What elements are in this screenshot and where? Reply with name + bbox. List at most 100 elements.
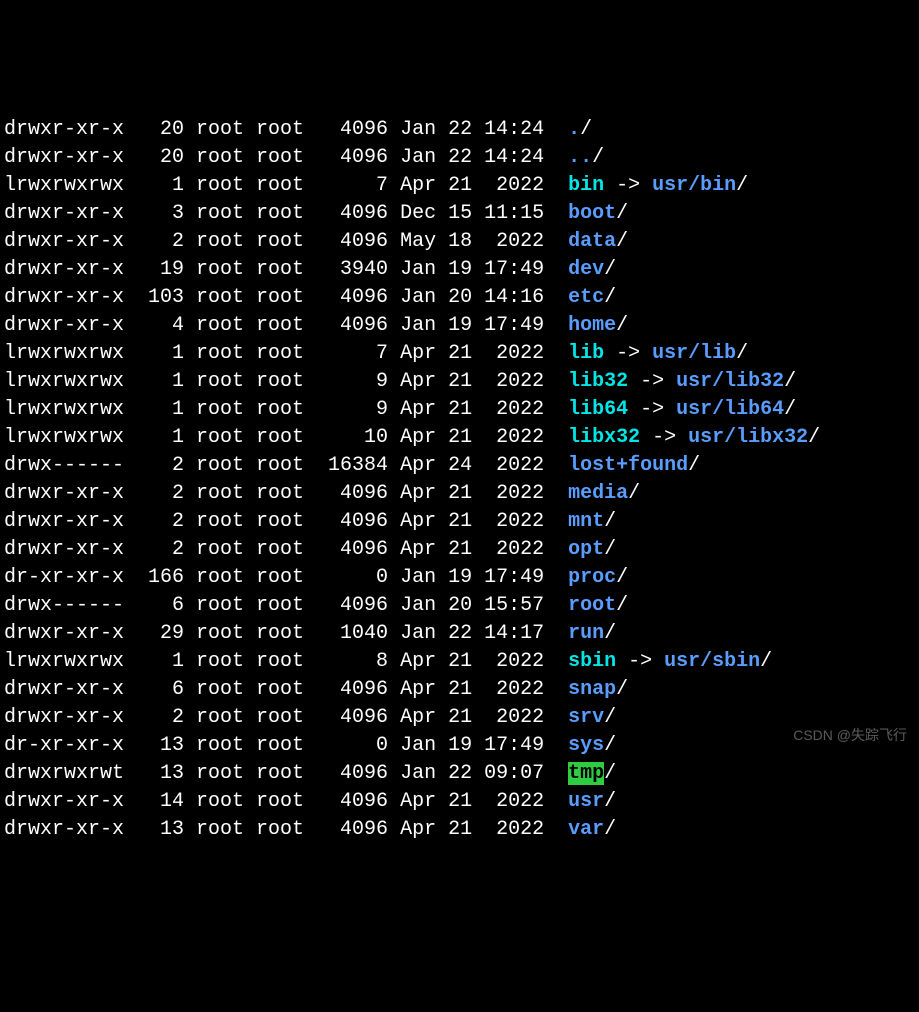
owner: root [196,816,256,844]
permissions: drwxr-xr-x [4,536,124,564]
link-count: 1 [136,396,184,424]
permissions: drwxr-xr-x [4,200,124,228]
mtime: Apr 21 2022 [400,480,556,508]
mtime: Apr 21 2022 [400,340,556,368]
file-name: usr [568,790,604,813]
mtime: Jan 19 17:49 [400,312,556,340]
file-size: 4096 [316,508,388,536]
group: root [256,480,316,508]
link-count: 3 [136,200,184,228]
owner: root [196,536,256,564]
file-name: boot [568,202,616,225]
permissions: drwxr-xr-x [4,480,124,508]
symlink-target: usr/lib32 [676,370,784,393]
symlink-arrow: -> [616,650,664,673]
group: root [256,256,316,284]
permissions: lrwxrwxrwx [4,340,124,368]
trailing-slash: / [604,818,616,841]
owner: root [196,340,256,368]
trailing-slash: / [616,678,628,701]
link-count: 13 [136,816,184,844]
file-size: 4096 [316,536,388,564]
symlink-target: usr/libx32 [688,426,808,449]
trailing-slash: / [616,566,628,589]
permissions: drwxr-xr-x [4,256,124,284]
link-count: 1 [136,368,184,396]
file-name: snap [568,678,616,701]
list-row: lrwxrwxrwx 1 rootroot7 Apr 21 2022 bin -… [4,172,915,200]
group: root [256,228,316,256]
owner: root [196,704,256,732]
file-name: sbin [568,650,616,673]
permissions: drwxr-xr-x [4,788,124,816]
permissions: lrwxrwxrwx [4,424,124,452]
list-row: lrwxrwxrwx 1 rootroot9 Apr 21 2022 lib64… [4,396,915,424]
mtime: Apr 21 2022 [400,424,556,452]
file-size: 4096 [316,312,388,340]
link-count: 103 [136,284,184,312]
owner: root [196,200,256,228]
link-count: 20 [136,144,184,172]
permissions: drwx------ [4,592,124,620]
group: root [256,340,316,368]
permissions: drwxr-xr-x [4,144,124,172]
owner: root [196,508,256,536]
link-count: 14 [136,788,184,816]
owner: root [196,732,256,760]
file-name: var [568,818,604,841]
mtime: Jan 19 17:49 [400,732,556,760]
group: root [256,284,316,312]
link-count: 2 [136,228,184,256]
permissions: lrwxrwxrwx [4,368,124,396]
file-name: home [568,314,616,337]
group: root [256,452,316,480]
list-row: drwxr-xr-x 2 rootroot4096 Apr 21 2022 sr… [4,704,915,732]
owner: root [196,396,256,424]
link-count: 19 [136,256,184,284]
mtime: Jan 19 17:49 [400,564,556,592]
symlink-arrow: -> [640,426,688,449]
file-size: 4096 [316,816,388,844]
group: root [256,312,316,340]
list-row: drwxr-xr-x 20 rootroot4096 Jan 22 14:24 … [4,116,915,144]
file-size: 4096 [316,480,388,508]
file-name: lib64 [568,398,628,421]
link-count: 1 [136,340,184,368]
file-name: .. [568,146,592,169]
file-size: 4096 [316,676,388,704]
link-count: 6 [136,676,184,704]
link-count: 1 [136,648,184,676]
group: root [256,732,316,760]
trailing-slash: / [604,790,616,813]
owner: root [196,648,256,676]
list-row: drwx------ 2 rootroot16384 Apr 24 2022 l… [4,452,915,480]
symlink-arrow: -> [604,342,652,365]
symlink-target: usr/sbin [664,650,760,673]
list-row: drwxr-xr-x 20 rootroot4096 Jan 22 14:24 … [4,144,915,172]
file-size: 4096 [316,116,388,144]
mtime: May 18 2022 [400,228,556,256]
file-size: 3940 [316,256,388,284]
permissions: drwxr-xr-x [4,816,124,844]
file-size: 4096 [316,760,388,788]
file-name: etc [568,286,604,309]
list-row: drwx------ 6 rootroot4096 Jan 20 15:57 r… [4,592,915,620]
link-count: 29 [136,620,184,648]
link-count: 2 [136,508,184,536]
owner: root [196,564,256,592]
file-size: 16384 [316,452,388,480]
link-count: 13 [136,732,184,760]
permissions: lrwxrwxrwx [4,648,124,676]
list-row: drwxrwxrwt 13 rootroot4096 Jan 22 09:07 … [4,760,915,788]
file-name: media [568,482,628,505]
trailing-slash: / [736,174,748,197]
permissions: lrwxrwxrwx [4,396,124,424]
file-size: 4096 [316,704,388,732]
file-name: lost+found [568,454,688,477]
trailing-slash: / [688,454,700,477]
mtime: Jan 20 15:57 [400,592,556,620]
list-row: drwxr-xr-x 3 rootroot4096 Dec 15 11:15 b… [4,200,915,228]
owner: root [196,172,256,200]
file-size: 10 [316,424,388,452]
group: root [256,648,316,676]
